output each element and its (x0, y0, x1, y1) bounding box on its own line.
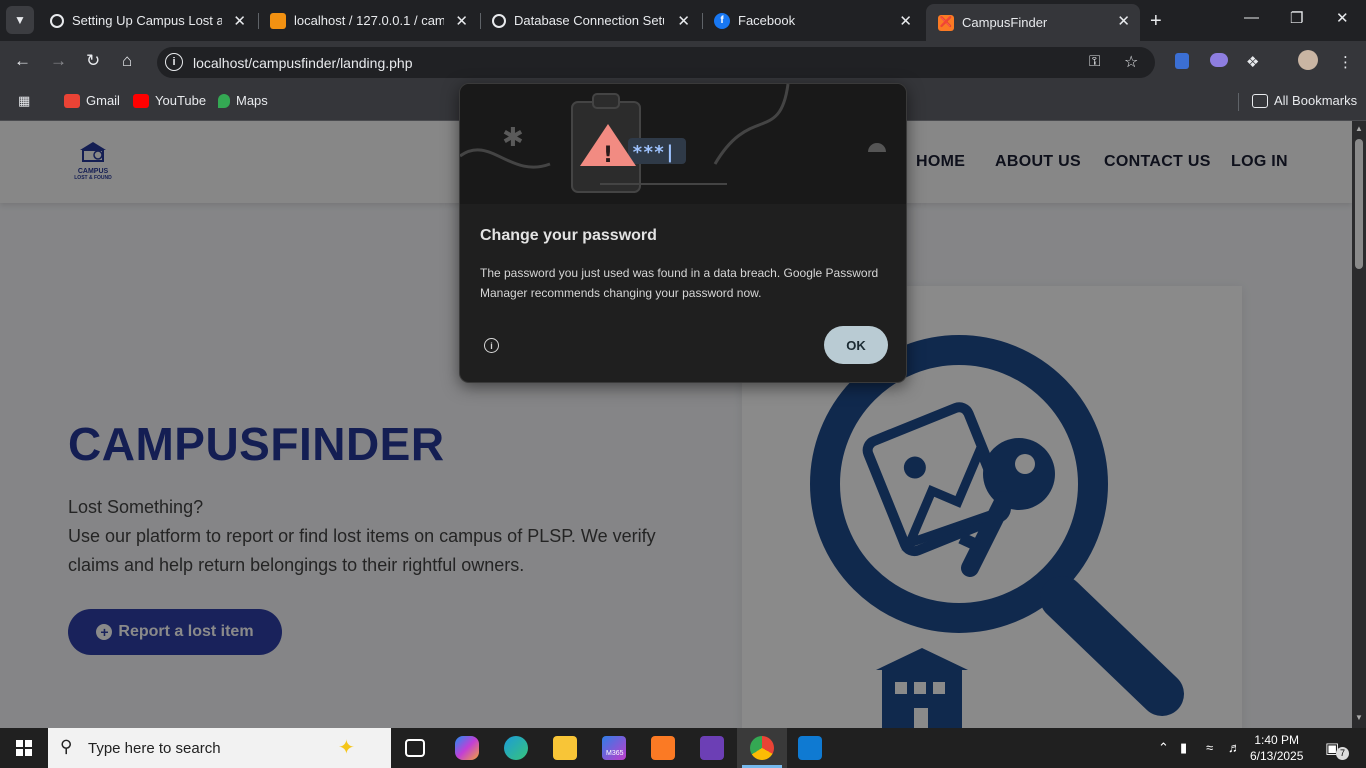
bookmark-youtube[interactable]: YouTube (133, 93, 206, 108)
more-menu-icon[interactable]: ⋮ (1338, 53, 1353, 71)
phpmyadmin-icon (270, 12, 286, 29)
notification-badge: 7 (1336, 747, 1349, 760)
start-logo-pane (16, 740, 23, 747)
xampp-taskbar-icon[interactable] (651, 736, 675, 760)
close-icon[interactable]: ✕ (1117, 12, 1130, 30)
folder-icon (1252, 93, 1268, 108)
tab-facebook[interactable]: f Facebook ✕ (702, 6, 922, 35)
extension-icon[interactable] (1210, 53, 1228, 67)
tab-title: Facebook (738, 13, 796, 28)
bookmark-label: Gmail (86, 93, 120, 108)
bookmark-label: Maps (236, 93, 268, 108)
volume-icon[interactable]: ♬ (1228, 740, 1241, 755)
url-text[interactable]: localhost/campusfinder/landing.php (193, 55, 412, 71)
browser-toolbar: ← → ↻ ⌂ i localhost/campusfinder/landing… (0, 41, 1366, 83)
apps-grid-icon[interactable]: ▦ (18, 93, 30, 109)
windows-taskbar: ⚲ Type here to search ✦ M365 ⌃ ▮ ≈ ♬ 1:4… (0, 728, 1366, 768)
scroll-down-icon[interactable]: ▼ (1355, 713, 1363, 722)
password-mask-text: ***| (632, 142, 675, 163)
bitwarden-extension-icon[interactable] (1175, 53, 1189, 69)
restore-button[interactable]: ❐ (1290, 9, 1303, 27)
back-button[interactable]: ← (14, 51, 31, 71)
forward-button[interactable]: → (50, 51, 67, 71)
facebook-icon: f (714, 12, 730, 29)
taskbar-search[interactable]: ⚲ Type here to search ✦ (48, 728, 391, 768)
close-icon[interactable]: ✕ (899, 12, 912, 30)
svg-text:✱: ✱ (502, 123, 524, 153)
dialog-title: Change your password (480, 227, 657, 244)
close-icon[interactable]: ✕ (677, 12, 690, 30)
home-button[interactable]: ⌂ (122, 51, 132, 71)
ok-button[interactable]: OK (824, 326, 888, 364)
start-logo-pane (25, 740, 32, 747)
close-icon[interactable]: ✕ (233, 12, 246, 30)
change-password-dialog: ✱ ***| ! Change your password The passwo… (459, 83, 907, 383)
site-info-icon[interactable]: i (165, 53, 183, 71)
edge-icon[interactable] (504, 736, 528, 760)
profile-avatar[interactable] (1298, 50, 1318, 70)
all-bookmarks-button[interactable]: All Bookmarks (1252, 93, 1357, 108)
bookmark-gmail[interactable]: Gmail (64, 93, 120, 108)
system-clock[interactable]: 1:40 PM 6/13/2025 (1250, 732, 1303, 764)
tab-title: localhost / 127.0.0.1 / campu (294, 13, 444, 28)
search-icon: ⚲ (60, 737, 73, 756)
clock-date: 6/13/2025 (1250, 749, 1304, 763)
close-icon[interactable]: ✕ (455, 12, 468, 30)
tab-title: CampusFinder (962, 15, 1048, 30)
scrollbar-thumb[interactable] (1355, 139, 1363, 269)
wifi-icon[interactable]: ≈ (1206, 740, 1213, 755)
copilot-icon[interactable] (455, 736, 479, 760)
dialog-illustration: ✱ ***| ! (460, 84, 906, 204)
file-explorer-icon[interactable] (553, 736, 577, 760)
xampp-icon: ❌ (938, 14, 954, 31)
password-key-icon[interactable]: ⚿ (1089, 53, 1100, 70)
youtube-icon (133, 93, 149, 108)
start-logo-pane (25, 749, 32, 756)
clock-time: 1:40 PM (1254, 733, 1300, 747)
task-view-icon[interactable] (405, 739, 425, 757)
info-icon[interactable]: i (484, 338, 499, 353)
tab-phpmyadmin[interactable]: localhost / 127.0.0.1 / campu ✕ (258, 6, 478, 35)
tab-database-setup[interactable]: Database Connection Setup ✕ (480, 6, 700, 35)
vscode-icon[interactable] (798, 736, 822, 760)
m365-label: M365 (606, 750, 624, 757)
windows-start-button[interactable] (16, 740, 32, 756)
chrome-taskbar-active[interactable] (737, 728, 787, 768)
tab-setting-up[interactable]: Setting Up Campus Lost and ✕ (38, 6, 256, 35)
tab-campusfinder[interactable]: ❌ CampusFinder ✕ (926, 4, 1140, 41)
bookmark-label: YouTube (155, 93, 207, 108)
svg-text:!: ! (603, 143, 613, 168)
tab-title: Setting Up Campus Lost and (72, 13, 222, 28)
search-placeholder: Type here to search (88, 740, 221, 757)
sparkle-icon: ✦ (338, 737, 355, 759)
page-scrollbar[interactable]: ▲ ▼ (1352, 121, 1366, 728)
tab-title: Database Connection Setup (514, 13, 664, 28)
visual-studio-icon[interactable] (700, 736, 724, 760)
dialog-message: The password you just used was found in … (480, 266, 879, 300)
new-tab-button[interactable]: + (1150, 10, 1162, 33)
chrome-icon (750, 736, 774, 760)
extensions-puzzle-icon[interactable]: ❖ (1246, 53, 1259, 71)
bookmark-maps[interactable]: Maps (218, 93, 268, 108)
maps-icon (218, 93, 230, 108)
scroll-up-icon[interactable]: ▲ (1355, 124, 1363, 133)
password-breach-illustration: ✱ ***| ! (460, 84, 886, 193)
reload-button[interactable]: ↻ (86, 51, 100, 71)
m365-icon[interactable]: M365 (602, 736, 626, 760)
openai-icon (492, 13, 506, 28)
window-close-button[interactable]: ✕ (1336, 9, 1349, 27)
address-bar[interactable]: i localhost/campusfinder/landing.php ⚿ ☆ (157, 47, 1155, 78)
gmail-icon (64, 93, 80, 108)
minimize-button[interactable]: — (1244, 9, 1259, 26)
start-logo-pane (16, 749, 23, 756)
battery-icon[interactable]: ▮ (1180, 740, 1187, 756)
bookmark-star-icon[interactable]: ☆ (1124, 52, 1138, 72)
tab-strip: ▼ Setting Up Campus Lost and ✕ localhost… (0, 0, 1366, 41)
openai-icon (50, 13, 64, 28)
bookmarks-divider (1238, 93, 1239, 111)
all-bookmarks-label: All Bookmarks (1274, 93, 1358, 108)
chevron-up-icon[interactable]: ⌃ (1158, 740, 1169, 756)
tab-search-button[interactable]: ▼ (6, 6, 34, 34)
